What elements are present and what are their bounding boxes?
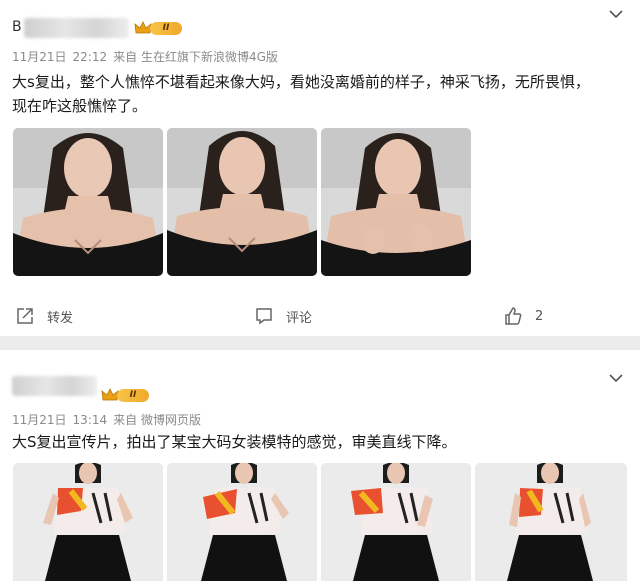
- post-image[interactable]: [13, 128, 163, 276]
- chevron-down-icon[interactable]: [608, 373, 624, 383]
- post-text: 大S复出宣传片，拍出了某宝大码女装模特的感觉，审美直线下降。: [12, 430, 457, 454]
- post-image[interactable]: [475, 463, 627, 581]
- vip-badge[interactable]: II: [134, 20, 184, 36]
- post-source: 来自 生在红旗下新浪微博4G版: [113, 50, 278, 64]
- post-image[interactable]: [167, 128, 317, 276]
- comment-button[interactable]: 评论: [254, 305, 312, 327]
- post-text: 大s复出，整个人憔悴不堪看起来像大妈，看她没离婚前的样子，神采飞扬，无所畏惧， …: [12, 70, 590, 118]
- vip-badge[interactable]: II: [101, 387, 151, 403]
- vip-level: II: [117, 389, 149, 402]
- username-blurred[interactable]: [12, 376, 97, 396]
- weibo-post-1: B II 11月21日 22:12 来自 生在红旗下新浪微博4G版 大s复出，整个人…: [0, 0, 640, 336]
- weibo-post-2: II 11月21日 13:14 来自 微博网页版 大S复出宣传片，拍出了某宝大码女装…: [0, 350, 640, 581]
- repost-label: 转发: [47, 310, 74, 326]
- post-meta: 11月21日 13:14 来自 微博网页版: [12, 411, 207, 428]
- post-image[interactable]: [13, 463, 163, 581]
- thumbs-up-icon: [505, 307, 522, 325]
- vip-level: II: [150, 22, 182, 35]
- username-blurred: [24, 18, 129, 38]
- post-time[interactable]: 13:14: [73, 413, 108, 427]
- comment-icon: [256, 308, 272, 325]
- chevron-down-icon[interactable]: [608, 9, 624, 19]
- post-date: 11月21日: [12, 413, 67, 427]
- post-text-line: 现在咋这般憔悴了。: [12, 97, 148, 115]
- post-image[interactable]: [321, 463, 471, 581]
- comment-label: 评论: [286, 310, 313, 326]
- post-time[interactable]: 22:12: [73, 50, 108, 64]
- post-text-line: 大s复出，整个人憔悴不堪看起来像大妈，看她没离婚前的样子，神采飞扬，无所畏惧，: [12, 73, 590, 91]
- post-source: 来自 微博网页版: [113, 413, 201, 427]
- post-image[interactable]: [321, 128, 471, 276]
- username[interactable]: B: [12, 19, 22, 35]
- post-date: 11月21日: [12, 50, 67, 64]
- like-button[interactable]: 2: [503, 305, 543, 327]
- like-count: 2: [535, 308, 544, 324]
- share-out-icon: [17, 308, 33, 324]
- post-actions: 转发 评论 2: [0, 305, 640, 327]
- post-image[interactable]: [167, 463, 317, 581]
- post-meta: 11月21日 22:12 来自 生在红旗下新浪微博4G版: [12, 48, 284, 65]
- repost-button[interactable]: 转发: [15, 305, 73, 327]
- post-text-line: 大S复出宣传片，拍出了某宝大码女装模特的感觉，审美直线下降。: [12, 433, 457, 451]
